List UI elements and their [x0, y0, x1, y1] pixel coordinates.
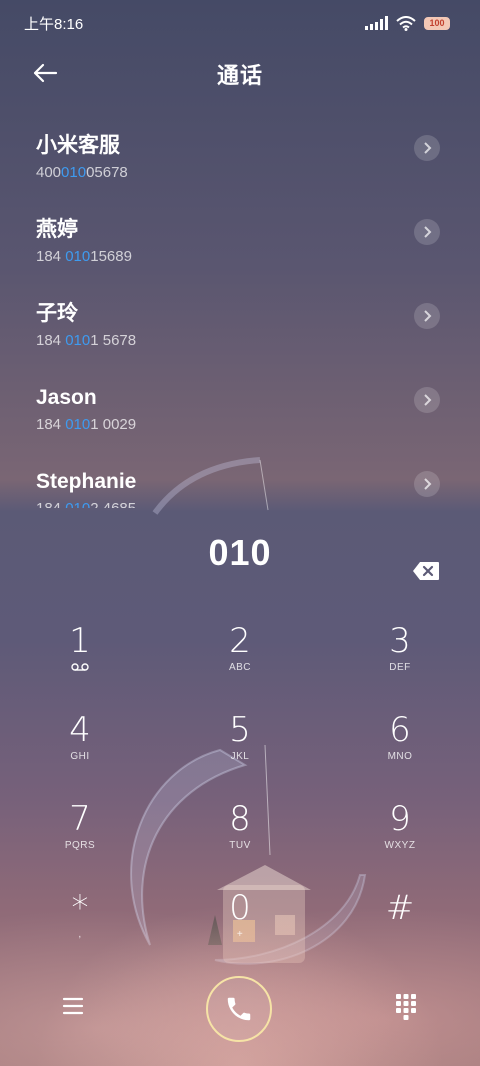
- chevron-right-icon: [424, 310, 432, 322]
- contact-number: 40001005678: [36, 164, 128, 181]
- phone-icon: [227, 997, 251, 1021]
- dialpad-panel: 010 1 2 ABC 3 DEF 4 GHI 5 JKL 6 MNO 7 PQ…: [0, 508, 480, 1066]
- backspace-icon[interactable]: [412, 561, 440, 581]
- key-8[interactable]: 8 TUV: [160, 796, 320, 885]
- key-star[interactable]: * ,: [0, 885, 160, 974]
- status-icons: 100: [365, 15, 450, 31]
- key-digit: 7: [69, 799, 91, 839]
- voicemail-icon: [71, 662, 89, 676]
- contact-row[interactable]: Stephanie 184 0102 4685: [0, 454, 480, 508]
- key-5[interactable]: 5 JKL: [160, 707, 320, 796]
- contact-row[interactable]: 小米客服 40001005678: [0, 118, 480, 202]
- contact-results-list: 小米客服 40001005678 燕婷 184 01015689 子玲 184 …: [0, 118, 480, 508]
- key-7[interactable]: 7 PQRS: [0, 796, 160, 885]
- header: 通话: [0, 46, 480, 102]
- match-highlight: 010: [65, 332, 91, 349]
- chevron-right-icon: [424, 226, 432, 238]
- key-letters: TUV: [229, 840, 251, 851]
- key-digit: 5: [229, 710, 251, 750]
- dialed-number[interactable]: 010: [208, 532, 271, 573]
- chevron-right-icon: [424, 478, 432, 490]
- key-6[interactable]: 6 MNO: [320, 707, 480, 796]
- contact-name: 小米客服: [36, 134, 120, 157]
- key-letters: ABC: [228, 662, 252, 673]
- menu-icon[interactable]: [62, 996, 84, 1016]
- dial-input-row: 010: [0, 528, 480, 581]
- key-2[interactable]: 2 ABC: [160, 618, 320, 707]
- key-digit: 8: [229, 799, 251, 839]
- contact-name: 燕婷: [36, 218, 78, 241]
- key-digit: 0: [229, 888, 251, 928]
- contact-detail-button[interactable]: [414, 303, 440, 329]
- dialpad: 1 2 ABC 3 DEF 4 GHI 5 JKL 6 MNO 7 PQRS 8…: [0, 618, 480, 974]
- key-9[interactable]: 9 WXYZ: [320, 796, 480, 885]
- key-digit: 3: [389, 621, 411, 661]
- key-4[interactable]: 4 GHI: [0, 707, 160, 796]
- contact-detail-button[interactable]: [414, 471, 440, 497]
- match-highlight: 010: [65, 500, 90, 508]
- contact-number: 184 0102 4685: [36, 498, 444, 508]
- back-button[interactable]: [28, 58, 62, 88]
- battery-level: 100: [429, 18, 445, 28]
- key-digit: *: [71, 888, 89, 928]
- key-digit: 6: [389, 710, 411, 750]
- chevron-right-icon: [424, 142, 432, 154]
- key-letters: JKL: [230, 751, 250, 762]
- key-letters: DEF: [389, 662, 411, 673]
- contact-name: 子玲: [36, 302, 78, 325]
- contact-row[interactable]: 燕婷 184 01015689: [0, 202, 480, 286]
- key-digit: 4: [69, 710, 91, 750]
- key-letters: +: [236, 929, 244, 940]
- key-digit: #: [385, 888, 415, 928]
- status-bar: 上午8:16 100: [0, 0, 480, 46]
- key-3[interactable]: 3 DEF: [320, 618, 480, 707]
- key-letters: GHI: [70, 751, 90, 762]
- key-letters: MNO: [387, 751, 413, 762]
- match-highlight: 010: [65, 248, 91, 265]
- contact-number: 184 0101 0029: [36, 416, 137, 433]
- key-letters: WXYZ: [384, 840, 416, 851]
- key-1[interactable]: 1: [0, 618, 160, 707]
- keypad-icon[interactable]: [396, 994, 416, 1020]
- key-letters: PQRS: [64, 840, 96, 851]
- match-highlight: 010: [61, 164, 87, 181]
- key-hash[interactable]: #: [320, 885, 480, 974]
- key-letters: ,: [78, 929, 82, 940]
- match-highlight: 010: [65, 416, 91, 433]
- page-title: 通话: [216, 63, 263, 88]
- contact-detail-button[interactable]: [414, 135, 440, 161]
- key-0[interactable]: 0 +: [160, 885, 320, 974]
- arrow-left-icon: [33, 63, 58, 83]
- contact-row[interactable]: Jason 184 0101 0029: [0, 370, 480, 454]
- key-digit: 2: [229, 621, 251, 661]
- contact-name: Jason: [36, 386, 97, 409]
- contact-number: 184 01015689: [36, 248, 132, 265]
- chevron-right-icon: [424, 394, 432, 406]
- dialer-bottom-bar: [0, 976, 480, 1042]
- wifi-icon: [396, 15, 416, 31]
- contact-detail-button[interactable]: [414, 219, 440, 245]
- contact-detail-button[interactable]: [414, 387, 440, 413]
- key-digit: 1: [69, 621, 91, 661]
- call-button[interactable]: [206, 976, 272, 1042]
- key-digit: 9: [389, 799, 411, 839]
- contact-number: 184 0101 5678: [36, 332, 137, 349]
- battery-icon: 100: [424, 16, 450, 30]
- contact-row[interactable]: 子玲 184 0101 5678: [0, 286, 480, 370]
- contact-name: Stephanie: [36, 470, 137, 493]
- signal-icon: [365, 16, 388, 30]
- status-time: 上午8:16: [24, 15, 84, 33]
